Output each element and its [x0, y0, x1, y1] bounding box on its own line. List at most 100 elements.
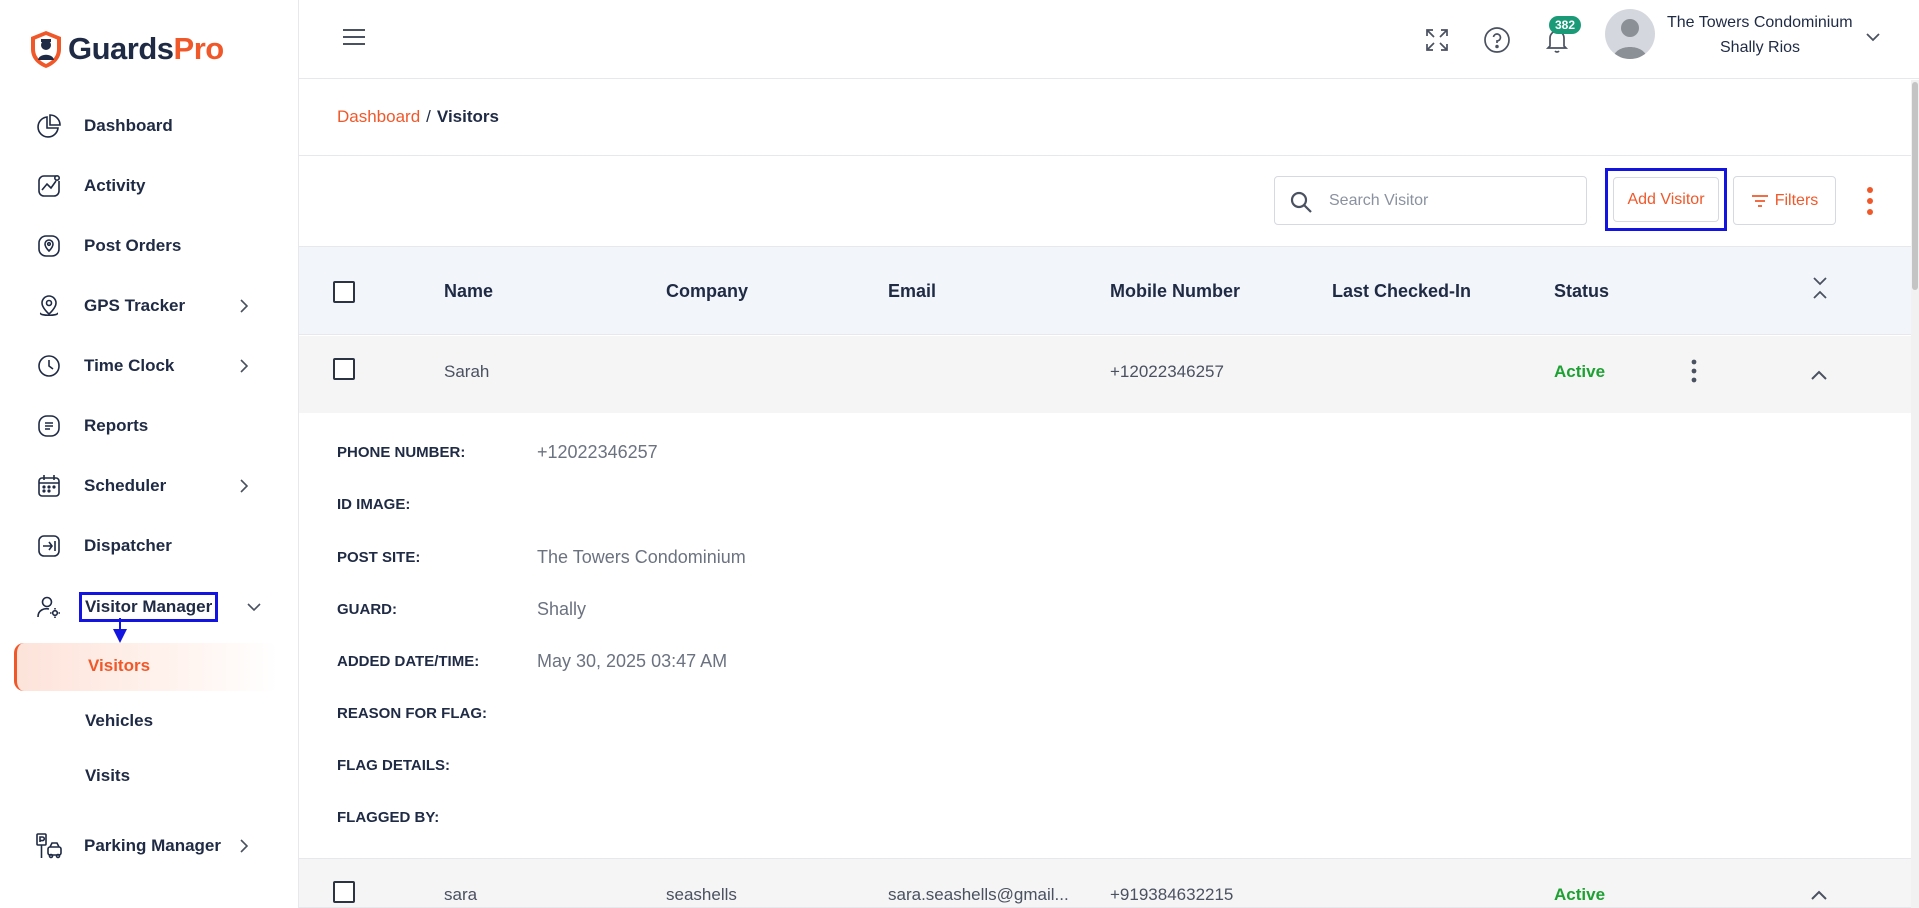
avatar[interactable] — [1605, 9, 1655, 59]
status-badge: Active — [1554, 362, 1606, 381]
chevron-right-icon — [240, 359, 249, 373]
detail-value-added-datetime: May 30, 2025 03:47 AM — [537, 651, 728, 671]
search-input[interactable] — [1329, 177, 1579, 224]
sidebar-item-post-orders[interactable]: Post Orders — [34, 226, 264, 266]
status-badge: Active — [1554, 885, 1606, 904]
detail-label-added-datetime: ADDED DATE/TIME: — [337, 653, 480, 670]
sidebar-subitem-visits[interactable]: Visits — [85, 766, 130, 786]
sidebar-item-label: GPS Tracker — [84, 296, 186, 315]
activity-chart-icon — [34, 171, 64, 201]
breadcrumb-separator: / — [426, 107, 431, 126]
select-all-checkbox[interactable] — [333, 281, 355, 303]
scrollbar-thumb[interactable] — [1912, 82, 1918, 290]
sidebar-subitem-visitors[interactable]: Visitors — [14, 643, 278, 691]
detail-label-post-site: POST SITE: — [337, 549, 421, 566]
user-organization: The Towers Condominium — [1667, 14, 1853, 31]
search-icon — [1290, 191, 1312, 213]
annotation-arrow-icon — [113, 618, 127, 643]
sidebar-subitem-vehicles[interactable]: Vehicles — [85, 711, 153, 731]
sidebar-item-label: Dispatcher — [84, 536, 172, 555]
help-icon[interactable] — [1481, 24, 1513, 56]
column-header-email[interactable]: Email — [888, 281, 936, 302]
search-box — [1274, 176, 1587, 225]
visitor-details-panel: PHONE NUMBER: +12022346257 ID IMAGE: POS… — [299, 413, 1911, 858]
sidebar-item-scheduler[interactable]: Scheduler — [34, 466, 264, 506]
chevron-up-icon[interactable] — [1810, 889, 1828, 901]
sidebar-item-label: Visitor Manager — [78, 592, 219, 622]
sidebar-item-activity[interactable]: Activity — [34, 166, 264, 206]
sidebar: GuardsPro Dashboard Activity Post Orders… — [0, 0, 299, 908]
sidebar-subitem-label: Visitors — [88, 656, 151, 675]
table-row[interactable]: Sarah +12022346257 Active — [299, 336, 1911, 414]
sidebar-item-label: Dashboard — [84, 116, 173, 135]
pie-chart-icon — [34, 111, 64, 141]
chevron-up-icon[interactable] — [1810, 369, 1828, 381]
sidebar-item-label: Scheduler — [84, 476, 167, 495]
chevron-down-icon[interactable] — [1864, 28, 1882, 46]
row-checkbox[interactable] — [333, 358, 355, 380]
column-header-last-checked-in[interactable]: Last Checked-In — [1332, 281, 1471, 302]
breadcrumb: Dashboard / Visitors — [337, 107, 499, 127]
calendar-icon — [34, 471, 64, 501]
sidebar-item-time-clock[interactable]: Time Clock — [34, 346, 264, 386]
cell-company: seashells — [666, 885, 737, 904]
breadcrumb-current: Visitors — [436, 107, 499, 126]
sidebar-item-visitor-manager[interactable]: Visitor Manager — [34, 587, 264, 627]
filters-label: Filters — [1774, 191, 1819, 209]
chevron-right-icon — [240, 839, 249, 853]
parking-icon — [34, 831, 64, 861]
user-silhouette-icon — [1613, 19, 1647, 59]
chevron-down-icon — [247, 603, 261, 612]
collapse-all-icon[interactable] — [1810, 275, 1830, 301]
column-header-company[interactable]: Company — [666, 281, 748, 302]
sidebar-item-dashboard[interactable]: Dashboard — [34, 106, 264, 146]
cell-mobile: +919384632215 — [1110, 885, 1234, 904]
detail-value-post-site: The Towers Condominium — [537, 547, 746, 567]
column-header-status[interactable]: Status — [1554, 281, 1609, 302]
chevron-right-icon — [240, 299, 249, 313]
detail-value-guard: Shally — [537, 599, 587, 619]
user-name: Shally Rios — [1720, 39, 1801, 56]
detail-label-flagged-by: FLAGGED BY: — [337, 809, 440, 826]
sidebar-item-gps-tracker[interactable]: GPS Tracker — [34, 286, 264, 326]
row-more-options-icon[interactable] — [1690, 359, 1698, 383]
table-row[interactable]: sara seashells sara.seashells@gmail... +… — [299, 858, 1911, 908]
user-gear-icon — [34, 592, 64, 622]
row-checkbox[interactable] — [333, 881, 355, 903]
fullscreen-icon[interactable] — [1421, 24, 1453, 56]
breadcrumb-dashboard-link[interactable]: Dashboard — [337, 107, 420, 126]
page-scrollbar[interactable] — [1911, 80, 1919, 908]
detail-value-phone: +12022346257 — [537, 442, 658, 462]
detail-label-phone: PHONE NUMBER: — [337, 444, 466, 461]
detail-label-flag-details: FLAG DETAILS: — [337, 757, 451, 774]
notification-count-badge: 382 — [1549, 16, 1582, 34]
sidebar-item-label: Post Orders — [84, 236, 182, 255]
dispatch-icon — [34, 531, 64, 561]
table-header: Name Company Email Mobile Number Last Ch… — [299, 246, 1911, 335]
chevron-right-icon — [240, 479, 249, 493]
sidebar-item-label: Parking Manager — [84, 836, 221, 855]
cell-name: sara — [444, 885, 478, 904]
add-visitor-highlight: Add Visitor — [1605, 168, 1727, 231]
guardspro-logo[interactable]: GuardsPro — [28, 28, 224, 70]
clock-icon — [34, 351, 64, 381]
hamburger-menu-icon[interactable] — [342, 27, 366, 47]
brand-name: GuardsPro — [68, 31, 224, 66]
map-pin-icon — [34, 291, 64, 321]
detail-label-reason-for-flag: REASON FOR FLAG: — [337, 705, 487, 722]
sidebar-item-label: Time Clock — [84, 356, 175, 375]
sidebar-item-reports[interactable]: Reports — [34, 406, 264, 446]
detail-label-id-image: ID IMAGE: — [337, 496, 411, 513]
sidebar-item-label: Activity — [84, 176, 146, 195]
column-header-name[interactable]: Name — [444, 281, 493, 302]
sidebar-item-label: Reports — [84, 416, 149, 435]
detail-label-guard: GUARD: — [337, 601, 397, 618]
cell-mobile: +12022346257 — [1110, 362, 1224, 381]
cell-email: sara.seashells@gmail... — [888, 885, 1069, 904]
filters-button[interactable]: Filters — [1733, 176, 1836, 225]
column-header-mobile[interactable]: Mobile Number — [1110, 281, 1240, 302]
sidebar-item-dispatcher[interactable]: Dispatcher — [34, 526, 264, 566]
sidebar-item-parking-manager[interactable]: Parking Manager — [34, 826, 264, 866]
add-visitor-button[interactable]: Add Visitor — [1613, 177, 1719, 222]
more-options-icon[interactable] — [1865, 186, 1875, 216]
